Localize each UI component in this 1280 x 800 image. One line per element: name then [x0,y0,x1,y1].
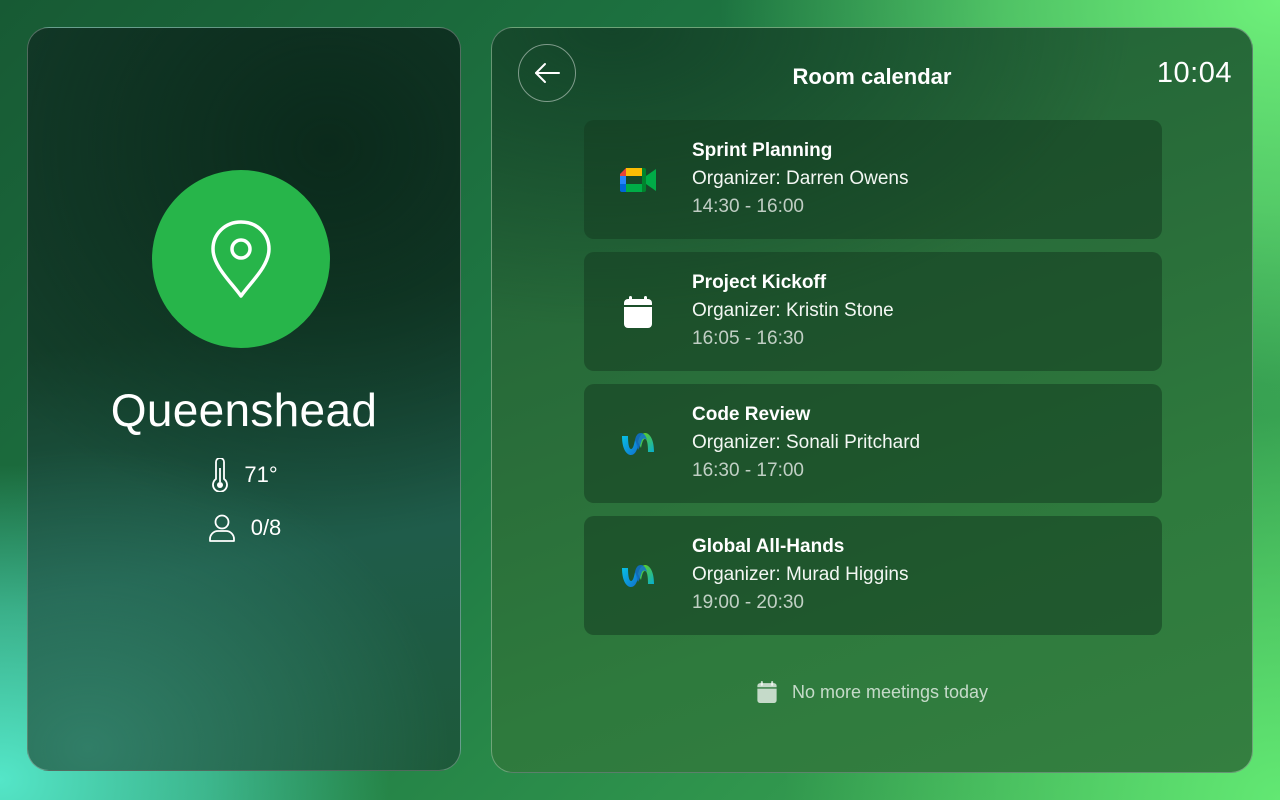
meeting-title: Project Kickoff [692,272,827,293]
meeting-time: 16:05 - 16:30 [692,328,804,349]
occupancy-readout: 0/8 [28,513,460,543]
meeting-time: 14:30 - 16:00 [692,196,804,217]
meeting-card[interactable]: Code Review Organizer: Sonali Pritchard … [584,384,1162,503]
meeting-title: Global All-Hands [692,536,845,557]
thermometer-icon [212,458,229,492]
occupancy-value: 0/8 [250,515,282,540]
page-title: Room calendar [792,64,952,89]
location-badge [152,170,330,348]
meeting-list: Sprint Planning Organizer: Darren Owens … [584,120,1162,648]
meeting-organizer: Organizer: Sonali Pritchard [692,432,921,453]
temperature-readout: 71° [28,458,460,492]
no-more-meetings-text: No more meetings today [791,681,989,702]
meeting-title: Sprint Planning [692,140,833,161]
meeting-card[interactable]: Project Kickoff Organizer: Kristin Stone… [584,252,1162,371]
location-pin-icon [211,220,271,298]
meeting-time: 19:00 - 20:30 [692,592,804,613]
calendar-icon [757,681,777,703]
clock: 10:04 [1156,57,1232,89]
meeting-organizer: Organizer: Darren Owens [692,168,909,189]
person-icon [208,514,235,542]
meeting-card[interactable]: Sprint Planning Organizer: Darren Owens … [584,120,1162,239]
no-more-meetings-notice: No more meetings today [492,680,1252,704]
webex-icon [618,426,658,462]
temperature-value: 71° [244,462,278,487]
meeting-time: 16:30 - 17:00 [692,460,804,481]
google-meet-icon [618,162,658,198]
webex-icon [618,558,658,594]
room-name: Queenshead [110,384,378,436]
meeting-card[interactable]: Global All-Hands Organizer: Murad Higgin… [584,516,1162,635]
meeting-title: Code Review [692,404,811,425]
room-info-panel: Queenshead 71° 0/8 [27,27,461,771]
calendar-icon [618,294,658,330]
meeting-organizer: Organizer: Kristin Stone [692,300,894,321]
room-calendar-panel: Room calendar 10:04 Sprint Planning Orga… [491,27,1253,773]
meeting-organizer: Organizer: Murad Higgins [692,564,909,585]
